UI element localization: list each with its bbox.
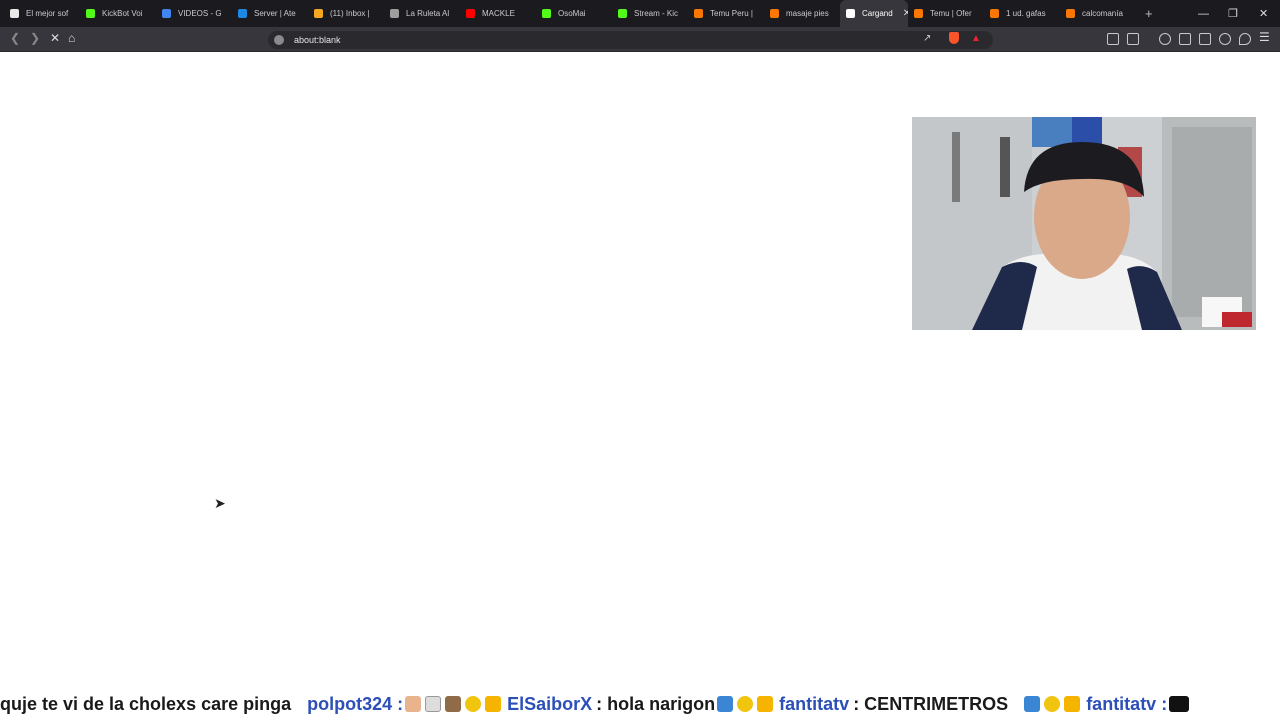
chat-message: quje te vi de la cholexs care pinga: [0, 693, 292, 714]
extensions-icon[interactable]: [1107, 33, 1119, 45]
tab-label: La Ruleta Al: [406, 9, 450, 18]
tab-9[interactable]: Temu Peru |: [688, 0, 764, 27]
emote-icon: [445, 696, 462, 712]
tab-label: Server | Ate: [254, 9, 296, 18]
brave-shields-icon[interactable]: [949, 32, 959, 44]
tab-2[interactable]: VIDEOS - G: [156, 0, 232, 27]
tab-3[interactable]: Server | Ate: [232, 0, 308, 27]
tab-label: masaje pies: [786, 9, 829, 18]
webcam-overlay: [912, 117, 1256, 330]
webcam-image: [912, 117, 1256, 330]
sub-badge-icon: [1044, 696, 1061, 712]
favicon-icon: [238, 9, 247, 18]
tab-6[interactable]: MACKLE: [460, 0, 536, 27]
tab-label: Stream - Kic: [634, 9, 679, 18]
tab-4[interactable]: (11) Inbox |: [308, 0, 384, 27]
tab-13[interactable]: 1 ud. gafas: [984, 0, 1060, 27]
vpn-icon[interactable]: [1239, 33, 1251, 45]
crown-badge-icon: [485, 696, 502, 712]
tab-10[interactable]: masaje pies: [764, 0, 840, 27]
site-info-icon[interactable]: [274, 35, 284, 45]
close-window-button[interactable]: ✕: [1259, 0, 1268, 27]
wallet-icon[interactable]: [1199, 33, 1211, 45]
chat-username: ElSaiborX: [507, 693, 593, 714]
tab-label: Temu | Ofer: [930, 9, 972, 18]
emote-icon: [405, 696, 422, 712]
favicon-icon: [1066, 9, 1075, 18]
media-icon[interactable]: [1159, 33, 1171, 45]
crown-badge-icon: [1064, 696, 1081, 712]
sidebar-icon[interactable]: [1179, 33, 1191, 45]
favicon-icon: [86, 9, 95, 18]
sub-badge-icon: [465, 696, 482, 712]
back-icon[interactable]: ❮: [10, 31, 20, 45]
address-bar[interactable]: about:blank ↗ ▲: [268, 31, 993, 49]
emote-icon: [1169, 696, 1190, 712]
favicon-icon: [846, 9, 855, 18]
tab-14[interactable]: calcomanía: [1060, 0, 1136, 27]
favicon-icon: [990, 9, 999, 18]
tab-label: VIDEOS - G: [178, 9, 222, 18]
favicon-icon: [618, 9, 627, 18]
tab-label: Temu Peru |: [710, 9, 753, 18]
sub-badge-icon: [737, 696, 754, 712]
minimize-button[interactable]: —: [1198, 0, 1209, 27]
tab-0[interactable]: El mejor sof: [4, 0, 80, 27]
new-tab-button[interactable]: +: [1145, 6, 1153, 21]
tab-7[interactable]: OsoMai: [536, 0, 612, 27]
tab-label: KickBot Voi: [102, 9, 143, 18]
url-text: about:blank: [294, 35, 341, 45]
chat-message: : hola narigon: [596, 693, 716, 714]
tab-11[interactable]: Cargand ✕: [840, 0, 908, 27]
tab-label: 1 ud. gafas: [1006, 9, 1046, 18]
stop-loading-icon[interactable]: ✕: [50, 31, 60, 45]
moderator-badge-icon: [1024, 696, 1041, 712]
tab-8[interactable]: Stream - Kic: [612, 0, 688, 27]
leo-icon[interactable]: [1219, 33, 1231, 45]
forward-icon[interactable]: ❯: [30, 31, 40, 45]
search-badge-icon: [425, 696, 442, 712]
chat-username: fantitatv :: [1086, 693, 1168, 714]
favicon-icon: [162, 9, 171, 18]
favicon-icon: [466, 9, 475, 18]
chat-username: polpot324 :: [307, 693, 404, 714]
tab-label: (11) Inbox |: [330, 9, 370, 18]
crown-badge-icon: [757, 696, 774, 712]
tab-strip: El mejor sof KickBot Voi VIDEOS - G Server …: [0, 0, 1280, 27]
chat-message: : CENTRIMETROS: [853, 693, 1009, 714]
favicon-icon: [390, 9, 399, 18]
favicon-icon: [770, 9, 779, 18]
chat-username: fantitatv: [779, 693, 850, 714]
favicon-icon: [314, 9, 323, 18]
favicon-icon: [10, 9, 19, 18]
tab-label: El mejor sof: [26, 9, 69, 18]
chat-ticker: quje te vi de la cholexs care pinga polp…: [0, 688, 1280, 720]
favicon-icon: [914, 9, 923, 18]
home-icon[interactable]: ⌂: [68, 31, 75, 45]
tab-1[interactable]: KickBot Voi: [80, 0, 156, 27]
tab-5[interactable]: La Ruleta Al: [384, 0, 460, 27]
menu-icon[interactable]: ☰: [1259, 30, 1270, 44]
tab-12[interactable]: Temu | Ofer: [908, 0, 984, 27]
screenshot-icon[interactable]: [1127, 33, 1139, 45]
tab-label: calcomanía: [1082, 9, 1123, 18]
restore-button[interactable]: ❐: [1228, 0, 1238, 27]
tab-label: MACKLE: [482, 9, 515, 18]
tab-label: Cargand: [862, 9, 893, 18]
browser-toolbar: ❮ ❯ ✕ ⌂ about:blank ↗ ▲ ☰: [0, 27, 1280, 52]
tab-label: OsoMai: [558, 9, 586, 18]
favicon-icon: [542, 9, 551, 18]
moderator-badge-icon: [717, 696, 734, 712]
share-icon[interactable]: ↗: [923, 33, 931, 44]
brave-rewards-icon[interactable]: ▲: [971, 33, 981, 44]
favicon-icon: [694, 9, 703, 18]
mouse-cursor-icon: ➤: [214, 495, 226, 511]
